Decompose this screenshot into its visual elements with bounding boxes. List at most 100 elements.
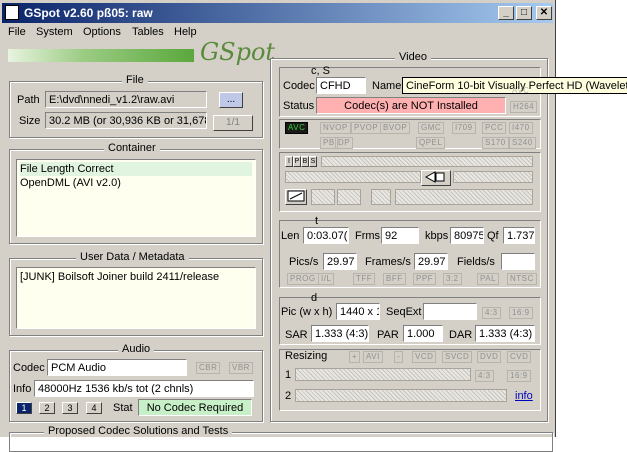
resize-row-2 [295,389,507,402]
qpel-flag: QPEL [416,137,446,149]
proposed-group-title: Proposed Codec Solutions and Tests [44,425,233,437]
frame-s-button[interactable]: S [309,156,317,167]
video-status-label: Status [283,100,315,112]
pulldown-flag: 3:2 [443,273,462,285]
audio-codec-label: Codec [13,362,45,374]
resize-minus-button[interactable]: - [394,351,404,363]
cs-label: c, S [311,65,330,77]
resizing-label: Resizing [285,350,328,362]
path-label: Path [17,94,40,106]
size-field[interactable]: 30.2 MB (or 30,936 KB or 31,678 [45,112,207,129]
audio-info-label: Info [13,383,32,395]
resize-ar-16-9: 16:9 [507,370,531,382]
interlaced-flag: I/L [318,273,335,285]
browse-button[interactable]: ... [219,92,243,108]
stream-1-button[interactable]: 1 [16,402,32,414]
bff-flag: BFF [383,273,406,285]
play-button[interactable] [421,170,451,186]
screenshot-button[interactable] [285,189,307,205]
path-field[interactable]: E:\dvd\nnedi_v1.2\raw.avi [45,91,207,108]
list-item: File Length Correct [20,162,252,176]
audio-group-title: Audio [118,343,155,355]
dar-field[interactable]: 1.333 (4:3) [475,325,535,342]
seqext-label: SeqExt [386,306,422,318]
play-arrow-icon [424,171,445,183]
video-name-label: Name [372,80,402,92]
qf-label: Qf [487,230,499,242]
len-field[interactable]: 0:03.07( [303,227,349,244]
frame-p-button[interactable]: P [293,156,301,167]
dar-label: DAR [449,329,473,341]
title-bar[interactable]: GSpot v2.60 pß05: raw _ □ ✕ [2,3,553,23]
vbr-flag: VBR [229,362,253,374]
stream-3-button[interactable]: 3 [62,402,78,414]
kbps-field[interactable]: 80975 [450,227,484,244]
close-button[interactable]: ✕ [536,6,552,20]
menu-system[interactable]: System [36,26,73,38]
video-codec-field[interactable]: CFHD [316,77,366,94]
seqext-field[interactable] [423,303,477,320]
pics-field[interactable]: 29.97 [323,253,357,270]
userdata-group-title: User Data / Metadata [76,251,189,263]
menu-help[interactable]: Help [174,26,197,38]
audio-codec-field[interactable]: PCM Audio [47,359,187,376]
resize-plus-button[interactable]: + [349,351,361,363]
minimize-button[interactable]: _ [498,6,514,20]
sar-field[interactable]: 1.333 (4:3) [311,325,369,342]
audio-group: Audio Codec PCM Audio CBR VBR Info 48000… [9,343,263,422]
frame-marker-a [311,189,335,205]
avc-flag-top: AVC [512,86,530,95]
frms-label: Frms [355,230,381,242]
resize-vcd-button[interactable]: VCD [412,351,437,363]
gmc-flag: GMC [418,122,445,134]
frame-slider-right[interactable] [453,171,533,183]
gspot-logo: GSpot [200,38,276,66]
video-group-title: Video [395,51,431,63]
dp-flag: DP [335,137,354,149]
frame-i-button[interactable]: I [285,156,293,167]
frame-b-button[interactable]: B [301,156,309,167]
ar-16-9-flag: 16:9 [509,307,533,319]
stream-4-button[interactable]: 4 [86,402,102,414]
d-label: d [311,292,318,304]
frames-label: Frames/s [365,256,411,268]
image-icon [287,190,305,202]
container-list[interactable]: File Length Correct OpenDML (AVI v2.0) [16,159,256,237]
frames-field[interactable]: 29.97 [414,253,448,270]
len-label: Len [281,230,300,242]
prog-flag: PROG [287,273,319,285]
size-label: Size [19,115,41,127]
frms-field[interactable]: 92 [381,227,419,244]
pvop-flag: PVOP [351,122,382,134]
menu-tables[interactable]: Tables [132,26,164,38]
frame-slider-left[interactable] [285,171,421,183]
resize-dvd-button[interactable]: DVD [477,351,502,363]
proposed-group: Proposed Codec Solutions and Tests [9,425,553,452]
resize-cvd-button[interactable]: CVD [507,351,532,363]
audio-info-field[interactable]: 48000Hz 1536 kb/s tot (2 chnls) [34,380,254,397]
resize-avi-button[interactable]: AVI [363,351,383,363]
avc-badge: AVC [285,122,309,134]
resize-svcd-button[interactable]: SVCD [442,351,473,363]
bvop-flag: BVOP [380,122,411,134]
par-field[interactable]: 1.000 [403,325,443,342]
userdata-group: User Data / Metadata [JUNK] Boilsoft Joi… [9,251,263,336]
resize-row-2-label: 2 [285,390,292,402]
userdata-text[interactable]: [JUNK] Boilsoft Joiner build 2411/releas… [16,267,256,329]
pal-flag: PAL [477,273,500,285]
frame-marker-d [395,189,533,205]
stream-2-button[interactable]: 2 [39,402,55,414]
fields-field[interactable] [501,253,535,270]
file-group: File Path E:\dvd\nnedi_v1.2\raw.avi ... … [9,74,263,138]
menu-file[interactable]: File [8,26,26,38]
qf-field[interactable]: 1.737 [503,227,535,244]
maximize-button[interactable]: □ [516,6,532,20]
page-indicator[interactable]: 1/1 [213,115,253,131]
frame-marker-b [337,189,361,205]
menu-options[interactable]: Options [83,26,121,38]
info-link[interactable]: info [515,390,533,402]
frame-graph [321,156,533,167]
pic-field[interactable]: 1440 x 1 [336,303,380,320]
i709-flag: I709 [452,122,476,134]
ntsc-flag: NTSC [507,273,537,285]
